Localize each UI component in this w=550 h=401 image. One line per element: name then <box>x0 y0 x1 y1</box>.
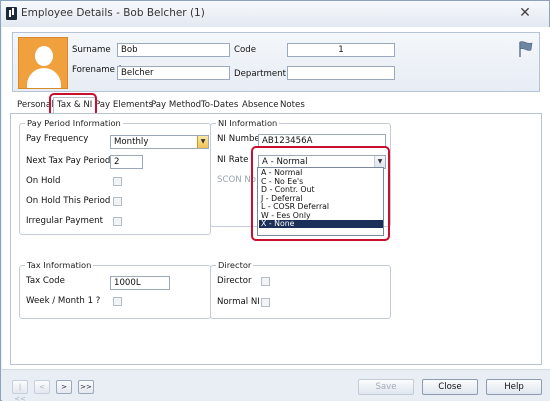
code-input[interactable]: 1 <box>287 43 395 57</box>
tax-info-group: Tax Information Tax Code 1000L Week / Mo… <box>19 260 211 319</box>
on-hold-checkbox[interactable] <box>113 177 122 186</box>
tab-pay-method[interactable]: Pay Method <box>151 100 201 110</box>
close-window-icon[interactable]: ✕ <box>510 4 540 22</box>
next-record-button[interactable]: > <box>56 380 72 394</box>
app-icon <box>6 7 17 20</box>
surname-label: Surname <box>72 45 111 55</box>
chevron-down-icon[interactable]: ▼ <box>197 136 208 148</box>
ni-rate-highlight-outline <box>251 146 390 241</box>
save-button[interactable]: Save <box>358 379 414 395</box>
on-hold-label: On Hold <box>26 176 61 186</box>
tab-absence[interactable]: Absence <box>242 100 279 110</box>
ni-info-title: NI Information <box>216 118 280 128</box>
ni-number-label: NI Number <box>217 134 264 144</box>
director-group: Director Director Normal NI <box>210 260 391 319</box>
title-bar[interactable]: Employee Details - Bob Belcher (1) ✕ <box>1 1 549 27</box>
tax-code-label: Tax Code <box>26 276 65 286</box>
next-tax-period-label: Next Tax Pay Period <box>26 156 111 166</box>
normal-ni-label: Normal NI <box>217 297 260 307</box>
irregular-payment-checkbox[interactable] <box>113 217 122 226</box>
last-record-button[interactable]: >> <box>78 380 94 394</box>
avatar <box>18 37 68 89</box>
department-label: Department <box>234 69 287 79</box>
help-button[interactable]: Help <box>486 379 542 395</box>
irregular-payment-label: Irregular Payment <box>26 216 103 226</box>
code-label: Code <box>234 45 257 55</box>
forename-input[interactable]: Belcher <box>117 66 230 80</box>
avatar-body-icon <box>27 68 61 88</box>
employee-header-panel: Surname Bob Forename 1 Belcher Code 1 De… <box>12 32 540 92</box>
footer-bar: |<< < > >> Save Close Help <box>2 369 550 401</box>
tax-code-input[interactable]: 1000L <box>110 276 170 290</box>
next-tax-period-input[interactable]: 2 <box>110 155 143 169</box>
director-title: Director <box>216 260 254 270</box>
previous-record-button[interactable]: < <box>34 380 50 394</box>
week-month-checkbox[interactable] <box>113 297 122 306</box>
first-record-button[interactable]: |<< <box>12 380 28 401</box>
pay-period-group: Pay Period Information Pay Frequency Mon… <box>19 118 211 235</box>
tab-notes[interactable]: Notes <box>280 100 305 110</box>
close-button[interactable]: Close <box>422 379 478 395</box>
flag-icon[interactable] <box>516 40 534 58</box>
avatar-head-icon <box>35 46 53 66</box>
normal-ni-checkbox[interactable] <box>261 298 270 307</box>
on-hold-period-checkbox[interactable] <box>113 197 122 206</box>
director-checkbox[interactable] <box>261 277 270 286</box>
on-hold-period-label: On Hold This Period <box>26 196 111 206</box>
pay-frequency-value: Monthly <box>114 137 149 147</box>
pay-frequency-select[interactable]: Monthly ▼ <box>110 135 209 149</box>
director-label: Director <box>217 276 252 286</box>
ni-rate-label: NI Rate <box>217 155 249 165</box>
forename-label: Forename 1 <box>72 65 124 75</box>
department-input[interactable] <box>287 66 395 80</box>
surname-input[interactable]: Bob <box>117 43 230 57</box>
pay-frequency-label: Pay Frequency <box>26 134 89 144</box>
employee-details-window: Employee Details - Bob Belcher (1) ✕ Sur… <box>0 0 550 401</box>
window-title: Employee Details - Bob Belcher (1) <box>21 7 205 19</box>
tab-pay-elements[interactable]: Pay Elements <box>95 100 153 110</box>
tax-info-title: Tax Information <box>25 260 94 270</box>
tab-to-dates[interactable]: To-Dates <box>201 100 238 110</box>
week-month-label: Week / Month 1 ? <box>26 296 101 306</box>
pay-period-title: Pay Period Information <box>25 118 123 128</box>
